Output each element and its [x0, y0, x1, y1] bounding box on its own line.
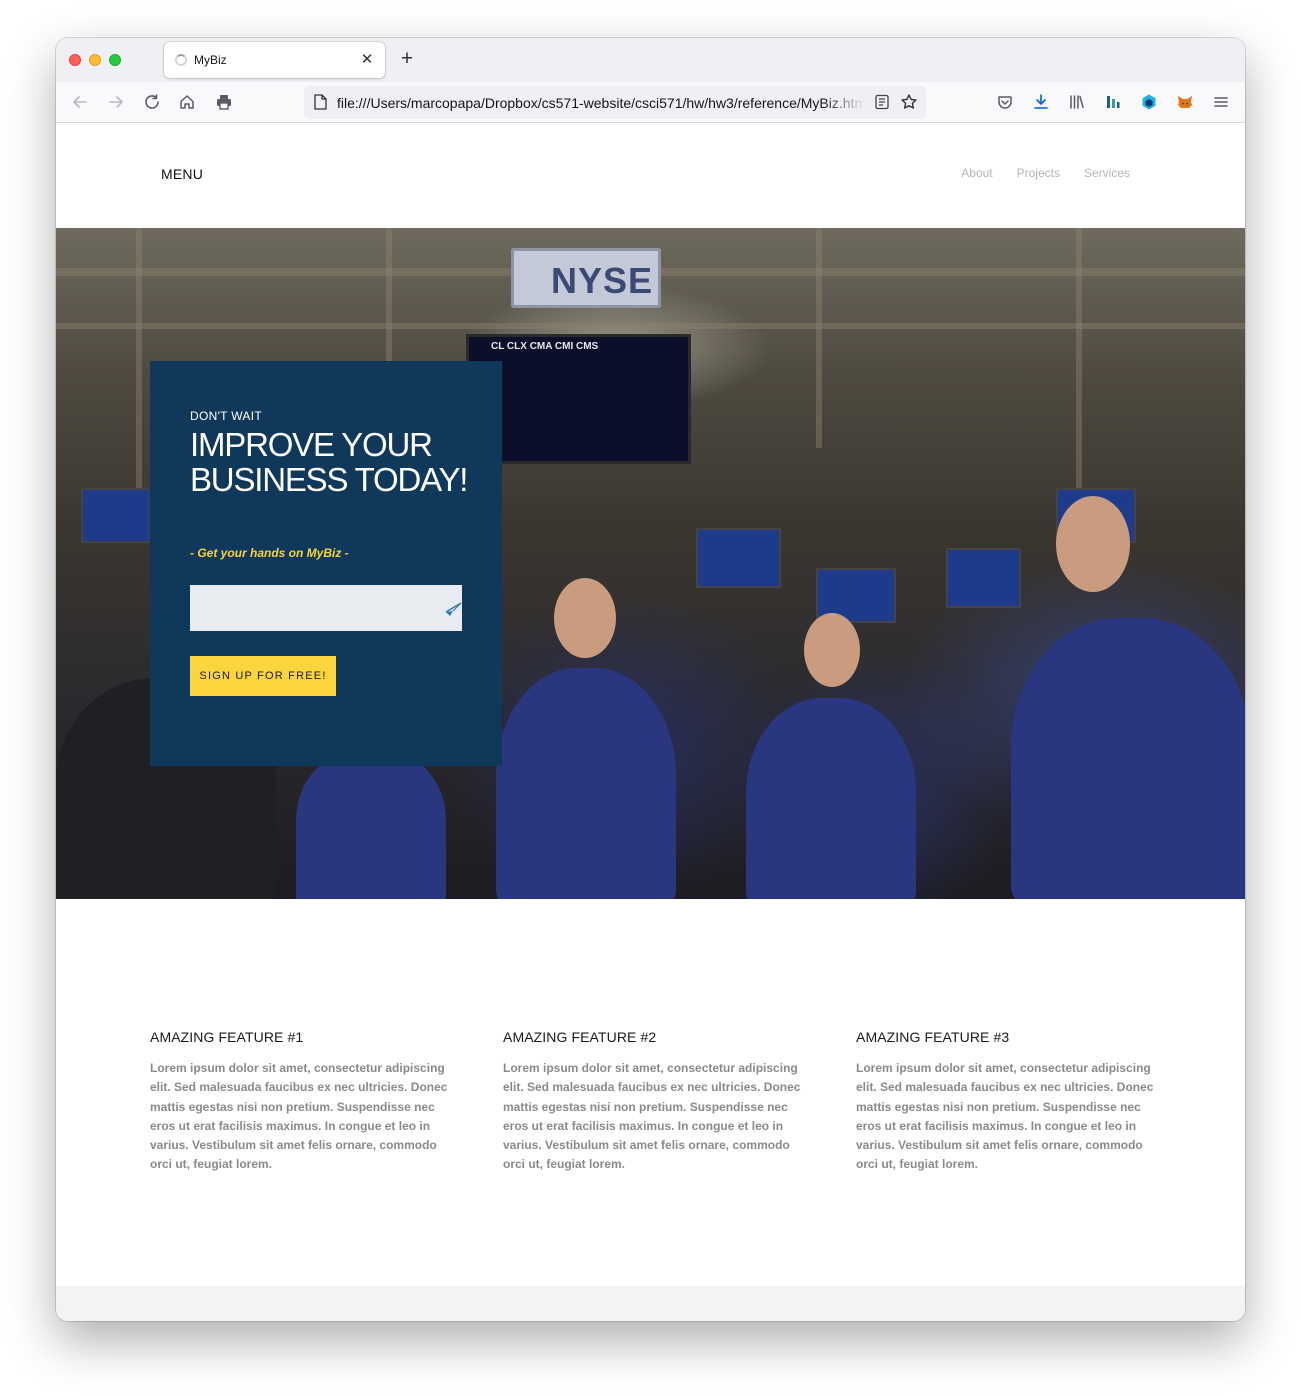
- signup-card: DON'T WAIT IMPROVE YOUR BUSINESS TODAY! …: [150, 361, 502, 766]
- loading-spinner-icon: [175, 54, 187, 66]
- email-field-wrapper: [190, 585, 462, 631]
- site-header: MENU About Projects Services: [56, 123, 1245, 228]
- nyse-sign: NYSE: [511, 248, 661, 308]
- back-arrow-icon[interactable]: [68, 90, 92, 114]
- send-icon[interactable]: [444, 598, 464, 618]
- extension-icon[interactable]: [1101, 90, 1125, 114]
- browser-window: MyBiz ✕ + file:///Users/marcopapa/Dropbo…: [56, 38, 1245, 1321]
- bookmark-star-icon[interactable]: [900, 93, 918, 111]
- nav-link-services[interactable]: Services: [1084, 166, 1130, 180]
- hamburger-menu-icon[interactable]: [1209, 90, 1233, 114]
- metamask-fox-icon[interactable]: [1173, 90, 1197, 114]
- feature-card-3: AMAZING FEATURE #3 Lorem ipsum dolor sit…: [856, 1029, 1156, 1175]
- new-tab-icon[interactable]: +: [396, 48, 418, 71]
- features-section: AMAZING FEATURE #1 Lorem ipsum dolor sit…: [56, 899, 1245, 1286]
- feature-title: AMAZING FEATURE #2: [503, 1029, 657, 1045]
- hero-eyebrow: DON'T WAIT: [190, 409, 262, 423]
- nav-toolbar: file:///Users/marcopapa/Dropbox/cs571-we…: [56, 82, 1245, 123]
- downloads-icon[interactable]: [1029, 90, 1053, 114]
- feature-text: Lorem ipsum dolor sit amet, consectetur …: [503, 1061, 801, 1172]
- library-icon[interactable]: [1065, 90, 1089, 114]
- minimize-window-button[interactable]: [89, 54, 101, 66]
- feature-card-1: AMAZING FEATURE #1 Lorem ipsum dolor sit…: [150, 1029, 450, 1175]
- site-nav: About Projects Services: [961, 166, 1130, 180]
- menu-button[interactable]: MENU: [161, 166, 203, 182]
- signup-button[interactable]: SIGN UP FOR FREE!: [190, 656, 336, 696]
- zoom-window-button[interactable]: [109, 54, 121, 66]
- nav-link-about[interactable]: About: [961, 166, 992, 180]
- close-tab-icon[interactable]: ✕: [357, 50, 377, 70]
- url-bar[interactable]: file:///Users/marcopapa/Dropbox/cs571-we…: [304, 86, 926, 119]
- nav-link-projects[interactable]: Projects: [1017, 166, 1060, 180]
- reload-icon[interactable]: [140, 90, 164, 114]
- hero-section: NYSE CL CLX CMA CMI CMS DON'T WAIT IMPRO…: [56, 228, 1245, 899]
- reader-view-icon[interactable]: [874, 94, 890, 110]
- close-window-button[interactable]: [69, 54, 81, 66]
- tab-mybiz[interactable]: MyBiz ✕: [164, 42, 385, 78]
- pocket-icon[interactable]: [993, 90, 1017, 114]
- web-page: MENU About Projects Services NYSE CL CLX: [56, 123, 1245, 1321]
- hero-headline: IMPROVE YOUR BUSINESS TODAY!: [190, 426, 468, 498]
- nyse-sign-text: NYSE: [551, 260, 654, 301]
- feature-title: AMAZING FEATURE #3: [856, 1029, 1010, 1045]
- feature-title: AMAZING FEATURE #1: [150, 1029, 304, 1045]
- email-input[interactable]: [190, 585, 462, 631]
- hero-tagline: - Get your hands on MyBiz -: [190, 546, 349, 560]
- print-icon[interactable]: [212, 90, 236, 114]
- url-text[interactable]: file:///Users/marcopapa/Dropbox/cs571-we…: [337, 95, 865, 111]
- site-footer: [56, 1286, 1245, 1321]
- forward-arrow-icon[interactable]: [104, 90, 128, 114]
- feature-text: Lorem ipsum dolor sit amet, consectetur …: [150, 1061, 448, 1172]
- ticker-board-text: CL CLX CMA CMI CMS: [491, 341, 599, 352]
- home-icon[interactable]: [175, 90, 199, 114]
- feature-text: Lorem ipsum dolor sit amet, consectetur …: [856, 1061, 1154, 1172]
- feature-card-2: AMAZING FEATURE #2 Lorem ipsum dolor sit…: [503, 1029, 803, 1175]
- cube-extension-icon[interactable]: [1137, 90, 1161, 114]
- tab-strip: MyBiz ✕ +: [56, 38, 1245, 82]
- page-icon: [314, 94, 327, 110]
- tab-title: MyBiz: [194, 53, 227, 67]
